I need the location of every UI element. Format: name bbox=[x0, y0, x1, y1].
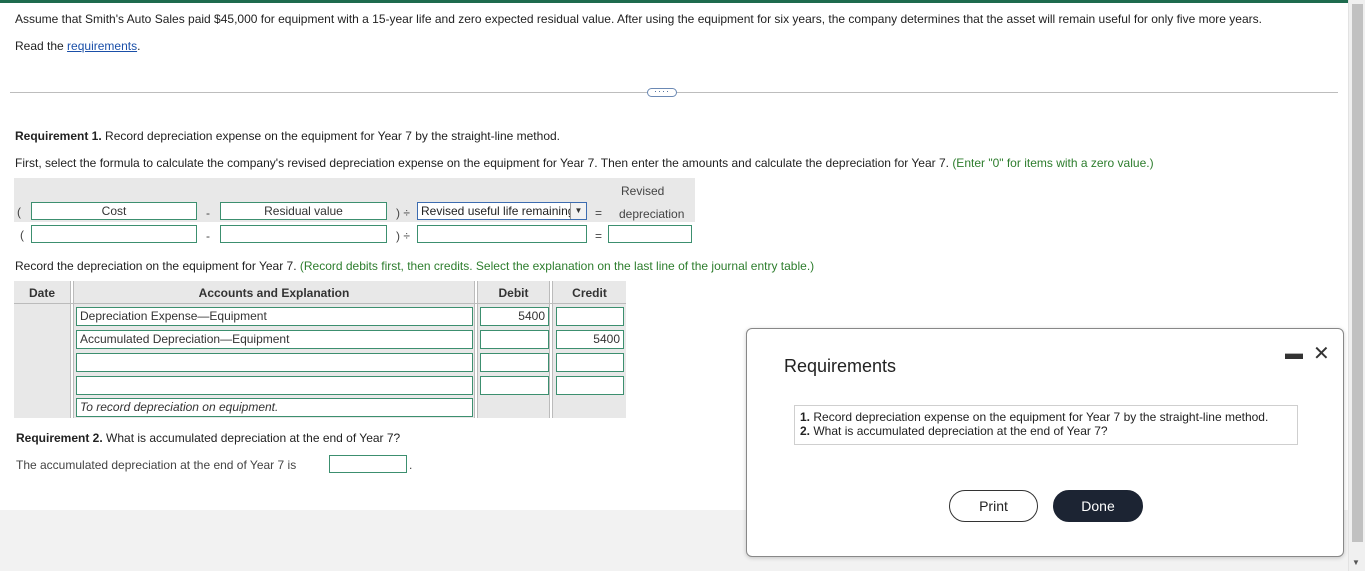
journal-header-accounts: Accounts and Explanation bbox=[198, 286, 350, 300]
journal-header-credit: Credit bbox=[572, 286, 607, 300]
list-item: 2. What is accumulated depreciation at t… bbox=[800, 424, 1292, 438]
chevron-down-icon: ▼ bbox=[570, 203, 586, 219]
cost-label-field[interactable]: Cost bbox=[31, 202, 197, 220]
print-button[interactable]: Print bbox=[949, 490, 1038, 522]
journal-account-input[interactable]: Accumulated Depreciation—Equipment bbox=[76, 330, 473, 349]
formula-instructions: First, select the formula to calculate t… bbox=[15, 156, 1154, 170]
journal-credit-input[interactable] bbox=[556, 353, 624, 372]
close-icon[interactable]: ✕ bbox=[1313, 341, 1330, 366]
minus-sign-1: - bbox=[206, 206, 210, 220]
divisor-selected-value: Revised useful life remaining bbox=[421, 204, 575, 218]
read-requirements-line: Read the requirements. bbox=[15, 39, 140, 53]
equals-sign-1: = bbox=[595, 206, 603, 220]
journal-debit-input[interactable]: 5400 bbox=[480, 307, 549, 326]
top-accent-bar bbox=[0, 0, 1348, 3]
journal-instructions-text: Record the depreciation on the equipment… bbox=[15, 259, 300, 273]
divisor-dropdown[interactable]: Revised useful life remaining ▼ bbox=[417, 202, 587, 220]
vertical-scrollbar[interactable]: ▼ bbox=[1348, 0, 1365, 571]
open-paren-2: ( bbox=[20, 228, 24, 242]
journal-account-input[interactable] bbox=[76, 353, 473, 372]
cost-amount-input[interactable] bbox=[31, 225, 197, 243]
problem-statement: Assume that Smith's Auto Sales paid $45,… bbox=[15, 12, 1262, 26]
journal-col-separator bbox=[474, 281, 478, 418]
accumulated-depreciation-input[interactable] bbox=[329, 455, 407, 473]
answer-period: . bbox=[409, 458, 413, 472]
expand-button[interactable]: ···· bbox=[647, 87, 677, 97]
journal-header-date: Date bbox=[28, 286, 55, 300]
accumulated-depreciation-prompt: The accumulated depreciation at the end … bbox=[16, 458, 297, 472]
requirement-1-heading: Requirement 1. Record depreciation expen… bbox=[15, 129, 560, 143]
done-button[interactable]: Done bbox=[1053, 490, 1143, 522]
journal-header-rule bbox=[14, 303, 626, 304]
scrollbar-thumb[interactable] bbox=[1352, 4, 1363, 542]
close-divide-2: ) ÷ bbox=[396, 229, 410, 243]
journal-explanation-input[interactable]: To record depreciation on equipment. bbox=[76, 398, 473, 417]
residual-value-label-field[interactable]: Residual value bbox=[220, 202, 387, 220]
list-item-text: What is accumulated depreciation at the … bbox=[810, 424, 1108, 438]
requirement-2-heading: Requirement 2. What is accumulated depre… bbox=[16, 431, 400, 445]
open-paren-1: ( bbox=[17, 205, 21, 219]
read-prefix: Read the bbox=[15, 39, 68, 53]
modal-title: Requirements bbox=[784, 356, 897, 376]
requirement-2-label: Requirement 2. bbox=[16, 431, 103, 445]
revised-header-line1: Revised bbox=[621, 184, 665, 198]
journal-debit-input[interactable] bbox=[480, 330, 549, 349]
requirement-1-text: Record depreciation expense on the equip… bbox=[101, 129, 560, 143]
journal-debit-input[interactable] bbox=[480, 376, 549, 395]
journal-credit-input[interactable]: 5400 bbox=[556, 330, 624, 349]
requirement-1-label: Requirement 1. bbox=[15, 129, 102, 143]
formula-instructions-hint: (Enter "0" for items with a zero value.) bbox=[952, 156, 1154, 170]
journal-debit-input[interactable] bbox=[480, 353, 549, 372]
useful-life-amount-input[interactable] bbox=[417, 225, 587, 243]
journal-col-separator bbox=[70, 281, 74, 418]
requirements-link[interactable]: requirements bbox=[67, 39, 137, 53]
residual-amount-input[interactable] bbox=[220, 225, 387, 243]
formula-instructions-text: First, select the formula to calculate t… bbox=[15, 156, 953, 170]
requirements-modal: Requirements ▬ ✕ 1. Record depreciation … bbox=[746, 328, 1344, 557]
minimize-icon[interactable]: ▬ bbox=[1285, 343, 1303, 364]
journal-instructions-hint: (Record debits first, then credits. Sele… bbox=[299, 259, 815, 273]
revised-depreciation-input[interactable] bbox=[608, 225, 692, 243]
equals-sign-2: = bbox=[595, 229, 603, 243]
read-suffix: . bbox=[137, 39, 141, 53]
journal-instructions: Record the depreciation on the equipment… bbox=[15, 259, 814, 273]
minus-sign-2: - bbox=[206, 229, 210, 243]
journal-account-input[interactable]: Depreciation Expense—Equipment bbox=[76, 307, 473, 326]
journal-credit-input[interactable] bbox=[556, 376, 624, 395]
list-item: 1. Record depreciation expense on the eq… bbox=[800, 410, 1292, 424]
journal-header-debit: Debit bbox=[498, 286, 529, 300]
scroll-down-icon[interactable]: ▼ bbox=[1352, 558, 1360, 567]
list-item-number: 2. bbox=[800, 424, 811, 438]
journal-account-input[interactable] bbox=[76, 376, 473, 395]
close-divide-1: ) ÷ bbox=[396, 206, 410, 220]
list-item-number: 1. bbox=[800, 410, 811, 424]
journal-credit-input[interactable] bbox=[556, 307, 624, 326]
revised-header-line2: depreciation bbox=[619, 207, 685, 221]
requirement-2-text: What is accumulated depreciation at the … bbox=[102, 431, 401, 445]
list-item-text: Record depreciation expense on the equip… bbox=[810, 410, 1269, 424]
requirements-list: 1. Record depreciation expense on the eq… bbox=[794, 405, 1298, 445]
journal-col-separator bbox=[549, 281, 553, 418]
